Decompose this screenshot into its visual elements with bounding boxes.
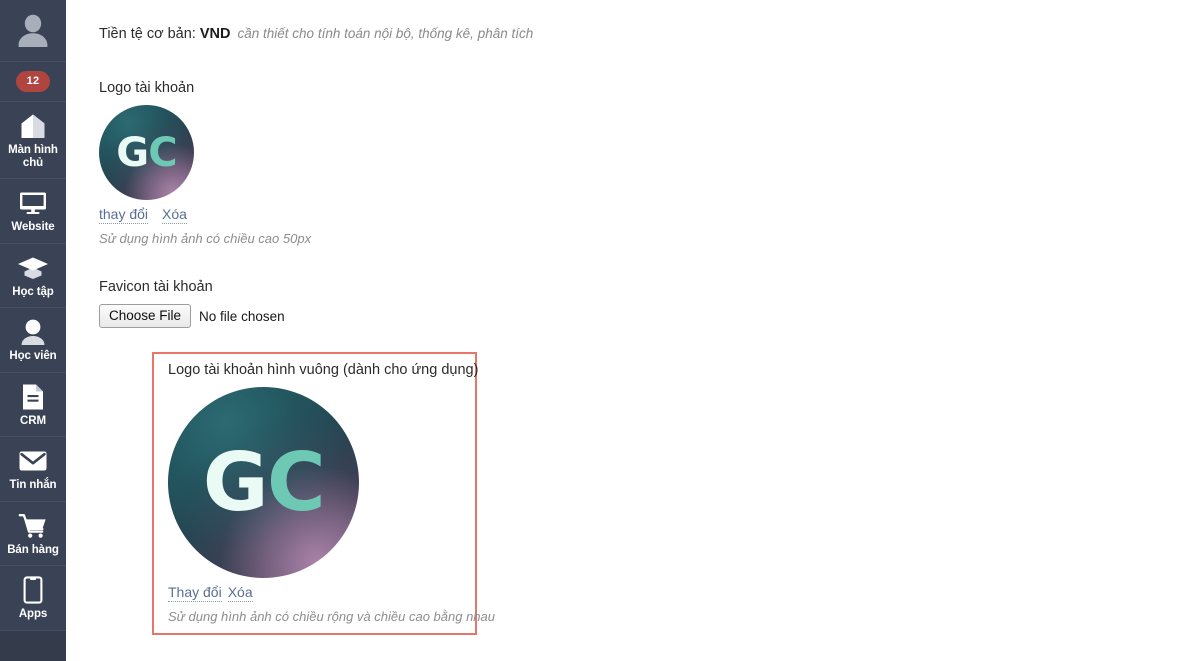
choose-file-button[interactable]: Choose File xyxy=(99,304,192,328)
base-currency-row: Tiền tệ cơ bản: VND cần thiết cho tính t… xyxy=(99,26,533,42)
sidebar-item-label: Học tập xyxy=(12,285,54,298)
sidebar-item-tin-nhan[interactable]: Tin nhắn xyxy=(0,437,66,502)
sidebar-item-crm[interactable]: CRM xyxy=(0,373,66,437)
home-icon xyxy=(16,111,50,141)
sidebar-item-apps[interactable]: Apps xyxy=(0,566,66,631)
account-logo-field: Logo tài khoản GC thay đổi Xóa Sử dụng h… xyxy=(99,80,311,246)
sidebar-item-website[interactable]: Website xyxy=(0,179,66,244)
sidebar-item-label: Tin nhắn xyxy=(9,479,57,491)
notification-badge-cell[interactable]: 12 xyxy=(0,62,66,102)
left-sidebar: 12 Màn hình chủ Website Học tập Học viên… xyxy=(0,0,66,661)
sidebar-item-label: Website xyxy=(11,221,55,233)
envelope-icon xyxy=(16,446,50,476)
sidebar-item-label: Bán hàng xyxy=(7,543,59,556)
base-currency-value: VND xyxy=(199,26,231,42)
base-currency-note: cần thiết cho tính toán nội bộ, thống kê… xyxy=(237,26,534,41)
account-logo-actions: thay đổi Xóa xyxy=(99,206,311,224)
account-logo-label: Logo tài khoản xyxy=(99,80,195,96)
account-logo-hint: Sử dụng hình ảnh có chiều cao 50px xyxy=(99,231,312,246)
account-logo-change-link[interactable]: thay đổi xyxy=(99,206,149,224)
sidebar-item-label: Học viên xyxy=(9,350,57,362)
square-logo-delete-link[interactable]: Xóa xyxy=(227,584,253,602)
monitor-icon xyxy=(16,188,50,218)
account-logo-delete-link[interactable]: Xóa xyxy=(162,206,187,224)
account-logo-image[interactable]: GC xyxy=(99,105,194,200)
square-logo-field-highlighted: Logo tài khoản hình vuông (dành cho ứng … xyxy=(152,352,495,635)
status-badge: 12 xyxy=(15,71,51,92)
logo-letter-c: C xyxy=(266,435,326,529)
app-root: 12 Màn hình chủ Website Học tập Học viên… xyxy=(0,0,1200,661)
favicon-field: Favicon tài khoản Choose File No file ch… xyxy=(99,279,285,328)
main-content: Tiền tệ cơ bản: VND cần thiết cho tính t… xyxy=(66,0,1200,661)
sidebar-item-hoc-vien[interactable]: Học viên xyxy=(0,308,66,373)
favicon-label: Favicon tài khoản xyxy=(99,279,213,295)
shopping-cart-icon xyxy=(16,511,50,541)
sidebar-item-label: CRM xyxy=(20,414,46,427)
mobile-phone-icon xyxy=(16,575,50,605)
square-logo-hint: Sử dụng hình ảnh có chiều rộng và chiều … xyxy=(168,609,495,624)
avatar[interactable] xyxy=(0,0,66,62)
logo-letter-g: G xyxy=(202,435,269,529)
sidebar-item-man-hinh-chu[interactable]: Màn hình chủ xyxy=(0,102,66,179)
square-logo-label: Logo tài khoản hình vuông (dành cho ứng … xyxy=(168,362,479,378)
person-icon xyxy=(16,317,50,347)
logo-letter-c: C xyxy=(148,129,177,176)
account-logo-initials: GC xyxy=(116,133,177,173)
square-logo-actions: Thay đổi Xóa xyxy=(168,584,495,602)
square-logo-field-content: Logo tài khoản hình vuông (dành cho ứng … xyxy=(168,362,495,624)
sidebar-item-label: Màn hình chủ xyxy=(8,144,58,169)
base-currency-label: Tiền tệ cơ bản: xyxy=(99,26,196,42)
graduation-cap-icon xyxy=(16,253,50,283)
logo-letter-g: G xyxy=(116,129,149,176)
favicon-file-status: No file chosen xyxy=(199,308,285,324)
sidebar-footer-spacer xyxy=(0,630,66,661)
favicon-file-input[interactable]: Choose File No file chosen xyxy=(99,304,285,328)
square-logo-change-link[interactable]: Thay đổi xyxy=(168,584,222,602)
document-icon xyxy=(16,382,50,412)
square-logo-initials: GC xyxy=(203,442,326,523)
sidebar-item-ban-hang[interactable]: Bán hàng xyxy=(0,502,66,566)
square-logo-image[interactable]: GC xyxy=(168,387,359,578)
sidebar-item-label: Apps xyxy=(18,608,48,620)
user-avatar-icon xyxy=(18,14,48,47)
sidebar-item-hoc-tap[interactable]: Học tập xyxy=(0,244,66,308)
